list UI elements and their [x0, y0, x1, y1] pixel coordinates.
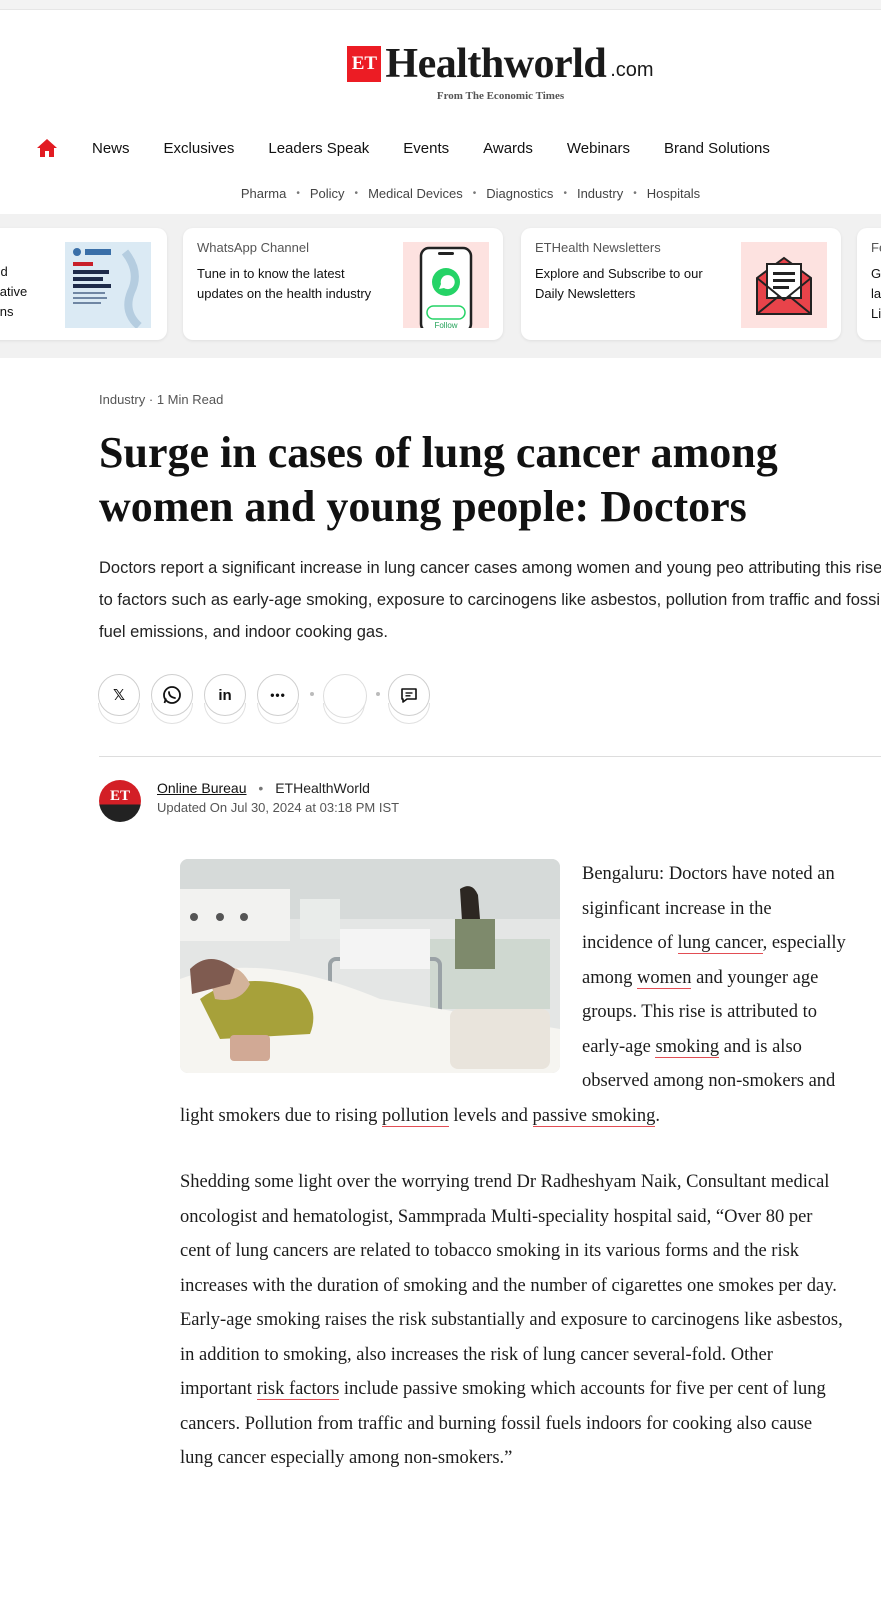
newsletter-envelope-graphic	[741, 242, 827, 328]
promo-card-partial[interactable]: Fe G la Li	[857, 228, 881, 340]
subnav-separator: •	[563, 188, 567, 199]
promo-text: and ovative tions	[0, 264, 28, 319]
share-bar: 𝕏 in •••	[98, 674, 881, 734]
nav-item-brand-solutions[interactable]: Brand Solutions	[664, 140, 770, 157]
share-x-button[interactable]: 𝕏	[98, 674, 140, 716]
nav-item-exclusives[interactable]: Exclusives	[164, 140, 235, 157]
divider	[99, 756, 881, 757]
byline-separator: •	[258, 780, 264, 796]
comments-button[interactable]	[388, 674, 430, 716]
subnav-item-diagnostics[interactable]: Diagnostics	[486, 186, 553, 201]
x-icon: 𝕏	[112, 687, 126, 704]
subnav-item-medical-devices[interactable]: Medical Devices	[368, 186, 463, 201]
sub-nav: Pharma • Policy • Medical Devices • Diag…	[0, 186, 881, 201]
byline: ET Online Bureau • ETHealthWorld Updated…	[99, 780, 399, 822]
subnav-separator: •	[633, 188, 637, 199]
promo-card-newsletters[interactable]: ETHealth Newsletters Explore and Subscri…	[521, 228, 841, 340]
topic-link-passive-smoking[interactable]: passive smoking	[532, 1105, 656, 1127]
share-more-button[interactable]: •••	[257, 674, 299, 716]
more-icon: •••	[270, 688, 286, 702]
comment-icon	[401, 688, 417, 703]
promo-kicker: ETHealth Newsletters	[535, 240, 661, 255]
read-time: 1 Min Read	[156, 392, 224, 407]
whatsapp-graphic	[403, 242, 489, 334]
site-logo-area: ET Healthworld .com From The Economic Ti…	[0, 41, 881, 102]
topic-link-smoking[interactable]: smoking	[655, 1036, 720, 1058]
logo-tagline: From The Economic Times	[436, 90, 565, 102]
logo-wordmark: Healthworld	[385, 41, 607, 87]
nav-item-awards[interactable]: Awards	[483, 140, 533, 157]
share-whatsapp-button[interactable]	[151, 674, 193, 716]
envelope-icon	[741, 242, 827, 328]
promo-text: Explore and Subscribe to our Daily Newsl…	[535, 266, 703, 301]
article-meta: Industry · 1 Min Read	[99, 392, 223, 407]
share-separator-dot	[310, 692, 314, 696]
follow-label: Follow	[434, 321, 458, 330]
topic-link-risk-factors[interactable]: risk factors	[256, 1379, 340, 1400]
promo-text: Tune in to know the latest updates on th…	[197, 266, 372, 301]
headline-line-1: Surge in cases of lung cancer among	[99, 428, 778, 477]
topic-link-pollution[interactable]: pollution	[381, 1105, 449, 1127]
topic-link-women[interactable]: women	[636, 967, 692, 989]
paragraph-text: Shedding some light over the worrying tr…	[180, 1172, 843, 1399]
promo-card-event[interactable]: and ovative tions	[0, 228, 167, 340]
subnav-item-policy[interactable]: Policy	[310, 186, 345, 201]
bookmark-button[interactable]	[323, 674, 367, 718]
site-logo[interactable]: ET Healthworld .com	[347, 41, 654, 87]
article-image[interactable]	[180, 859, 560, 1073]
article-headline: Surge in cases of lung cancer among wome…	[99, 426, 881, 534]
subnav-separator: •	[296, 188, 300, 199]
subnav-item-industry[interactable]: Industry	[577, 186, 623, 201]
meta-separator: ·	[148, 392, 157, 407]
share-linkedin-button[interactable]: in	[204, 674, 246, 716]
whatsapp-phone-icon: Follow	[403, 242, 489, 334]
nav-item-webinars[interactable]: Webinars	[567, 140, 630, 157]
subnav-separator: •	[354, 188, 359, 199]
article-category[interactable]: Industry	[99, 392, 145, 407]
promo-kicker: Fe	[871, 240, 881, 255]
whatsapp-icon	[163, 686, 181, 704]
nav-item-events[interactable]: Events	[403, 140, 449, 157]
main-nav: News Exclusives Leaders Speak Events Awa…	[36, 138, 804, 158]
promo-carousel: and ovative tions WhatsApp Channel Tune …	[0, 214, 881, 358]
avatar-text: ET	[109, 788, 130, 804]
promo-card-whatsapp[interactable]: WhatsApp Channel Tune in to know the lat…	[183, 228, 503, 340]
promo-event-banner	[65, 242, 151, 330]
subnav-separator: •	[472, 188, 477, 199]
nav-item-leaders-speak[interactable]: Leaders Speak	[268, 140, 369, 157]
logo-suffix: .com	[610, 59, 654, 81]
article-summary: Doctors report a significant increase in…	[99, 559, 881, 641]
paragraph-text: levels and	[448, 1105, 533, 1126]
paragraph-text: .	[655, 1105, 660, 1126]
updated-timestamp: Updated On Jul 30, 2024 at 03:18 PM IST	[157, 800, 400, 815]
promo-text: G la Li	[871, 266, 881, 321]
home-icon[interactable]	[36, 138, 58, 158]
author-line: Online Bureau • ETHealthWorld	[157, 780, 399, 796]
topic-link-lung-cancer[interactable]: lung cancer	[677, 933, 763, 954]
linkedin-icon: in	[218, 686, 232, 704]
publication-name: ETHealthWorld	[275, 780, 370, 796]
nav-item-news[interactable]: News	[92, 140, 130, 157]
browser-top-strip	[0, 0, 881, 10]
subnav-item-pharma[interactable]: Pharma	[241, 186, 287, 201]
article-paragraph-2: Shedding some light over the worrying tr…	[180, 1165, 846, 1476]
author-avatar[interactable]: ET	[99, 780, 141, 822]
article-body: Bengaluru: Doctors have noted an siginfi…	[180, 857, 846, 1508]
headline-line-2: women and young people: Doctors	[99, 482, 747, 531]
event-banner-graphic	[65, 242, 151, 330]
author-name[interactable]: Online Bureau	[157, 780, 247, 796]
logo-et-mark: ET	[347, 46, 382, 82]
share-separator-dot	[376, 692, 380, 696]
promo-kicker: WhatsApp Channel	[197, 240, 310, 255]
subnav-item-hospitals[interactable]: Hospitals	[647, 186, 700, 201]
hospital-ward-photo	[180, 859, 560, 1073]
byline-text: Online Bureau • ETHealthWorld Updated On…	[157, 780, 399, 815]
